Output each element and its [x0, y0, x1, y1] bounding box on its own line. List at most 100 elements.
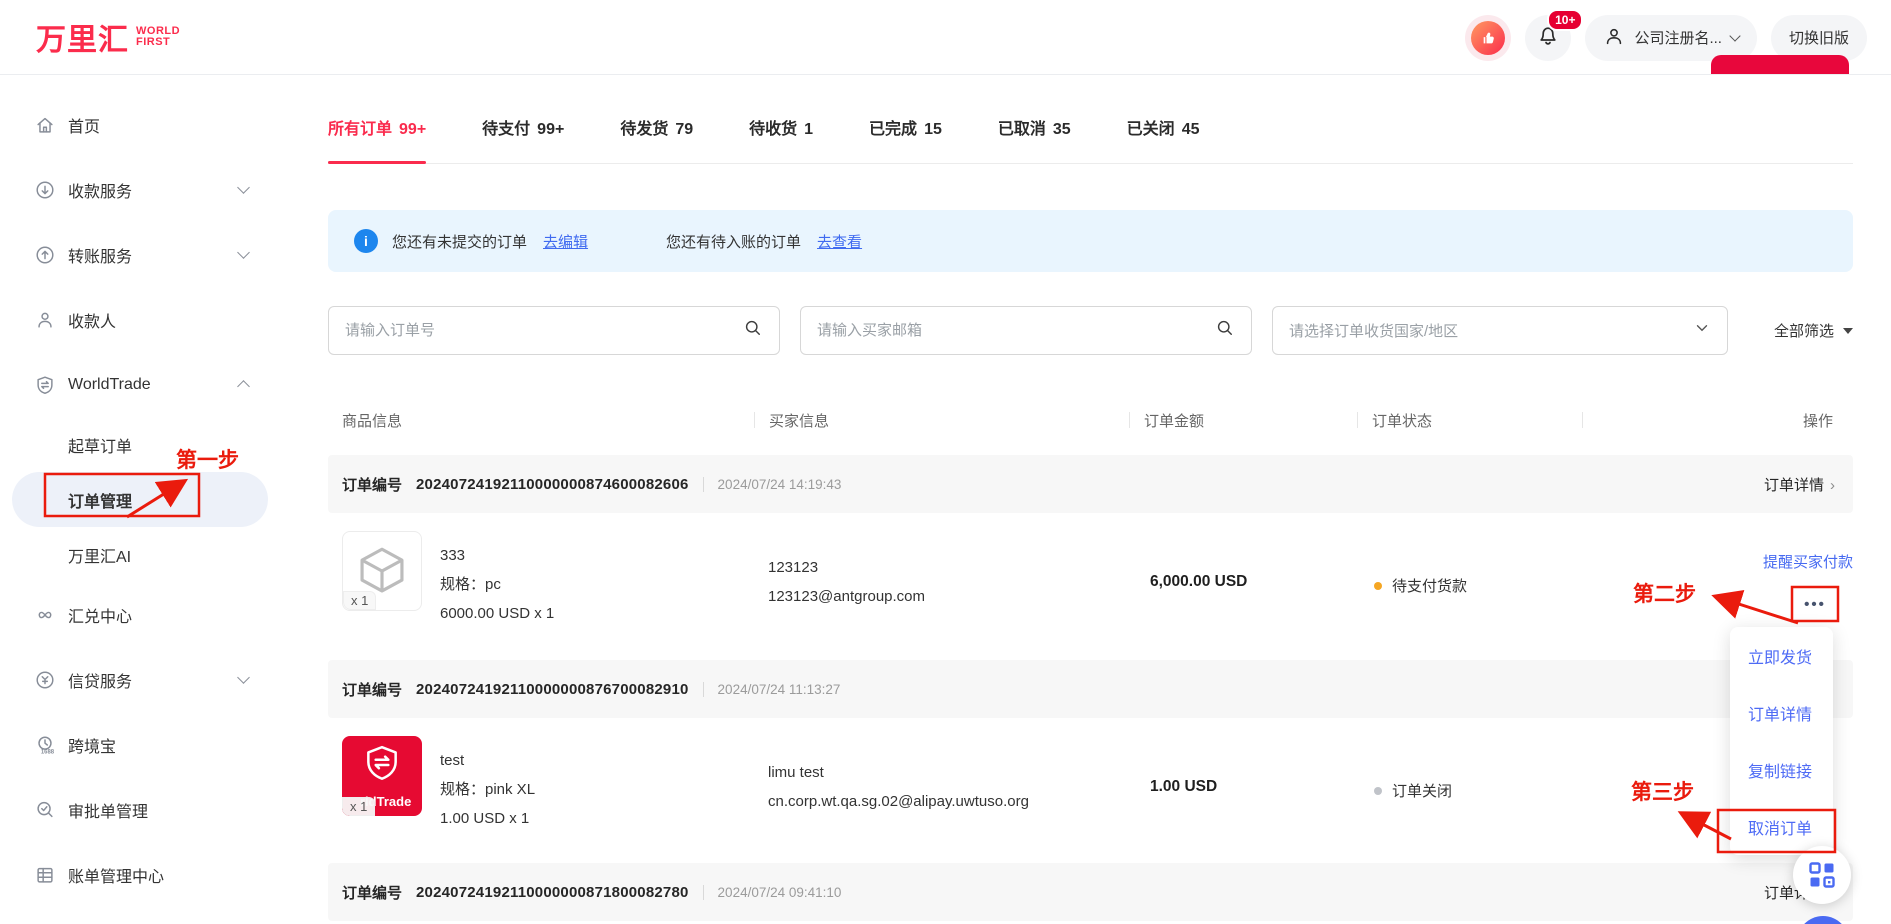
- coin-yuan-icon: [34, 669, 56, 691]
- tab-all-orders[interactable]: 所有订单99+: [328, 115, 426, 163]
- product-price-qty: 6000.00 USD x 1: [440, 599, 554, 628]
- order-group-header: 订单编号 20240724192110000000874600082606 20…: [328, 455, 1853, 513]
- table-header: 商品信息 买家信息 订单金额 订单状态 操作: [328, 400, 1853, 440]
- tab-completed[interactable]: 已完成15: [869, 115, 942, 163]
- notifications-button[interactable]: 10+: [1525, 15, 1571, 61]
- shield-exchange-icon: [34, 374, 56, 396]
- order-time: 2024/07/24 09:41:10: [718, 885, 842, 900]
- product-info: test 规格：pink XL 1.00 USD x 1: [440, 746, 535, 833]
- order-number: 20240724192110000000876700082910: [416, 681, 689, 698]
- search-icon[interactable]: [743, 318, 763, 343]
- country-select[interactable]: 请选择订单收货国家/地区: [1272, 306, 1728, 355]
- chevron-down-icon: [237, 671, 250, 684]
- buyer-email-input[interactable]: [817, 322, 1215, 339]
- order-detail-link[interactable]: 订单详情›: [1764, 474, 1835, 495]
- chevron-down-icon: [1693, 319, 1711, 342]
- sidebar-item-home[interactable]: 首页: [0, 92, 270, 157]
- more-actions-button[interactable]: •••: [1792, 587, 1838, 621]
- sidebar-item-transfer-services[interactable]: 转账服务: [0, 222, 270, 287]
- user-icon: [1603, 25, 1625, 51]
- banner-message-1: 您还有未提交的订单: [392, 231, 527, 252]
- tab-pending-shipment[interactable]: 待发货79: [620, 115, 693, 163]
- buyer-name: limu test: [768, 758, 1029, 787]
- tab-pending-receipt[interactable]: 待收货1: [749, 115, 813, 163]
- buyer-email: cn.corp.wt.qa.sg.02@alipay.uwtuso.org: [768, 787, 1029, 816]
- order-group-header: 订单编号 20240724192110000000871800082780 20…: [328, 863, 1853, 921]
- notice-banner: i 您还有未提交的订单 去编辑 您还有待入账的订单 去查看: [328, 210, 1853, 272]
- all-filters-button[interactable]: 全部筛选: [1774, 320, 1853, 341]
- receive-circle-icon: [34, 179, 56, 201]
- menu-item-order-detail[interactable]: 订单详情: [1730, 684, 1833, 741]
- chevron-down-icon: [1729, 30, 1740, 41]
- buyer-email: 123123@antgroup.com: [768, 582, 925, 611]
- buyer-info: limu test cn.corp.wt.qa.sg.02@alipay.uwt…: [768, 758, 1029, 816]
- order-status: 订单关闭: [1374, 780, 1452, 801]
- worldfirst-logo[interactable]: 万里汇 WORLD FIRST: [36, 15, 180, 59]
- info-icon: i: [354, 229, 378, 253]
- magnifier-check-icon: [34, 799, 56, 821]
- transfer-circle-icon: [34, 244, 56, 266]
- chevron-up-icon: [237, 380, 250, 393]
- product-image[interactable]: x 1: [342, 531, 422, 611]
- order-row: x 1 333 规格：pc 6000.00 USD x 1 123123 123…: [328, 513, 1853, 660]
- remind-buyer-pay-link[interactable]: 提醒买家付款: [1763, 551, 1853, 572]
- sidebar-item-billing-center[interactable]: 账单管理中心: [0, 842, 270, 907]
- worldtrade-shield-icon: [361, 743, 403, 785]
- product-name: 333: [440, 541, 554, 570]
- home-icon: [34, 114, 56, 136]
- menu-item-ship-now[interactable]: 立即发货: [1730, 627, 1833, 684]
- product-image[interactable]: rldTrade x 1: [342, 736, 422, 816]
- status-dot-orange: [1374, 582, 1382, 590]
- product-spec: 规格：pink XL: [440, 775, 535, 804]
- search-icon[interactable]: [1215, 318, 1235, 343]
- sidebar-item-order-management[interactable]: 订单管理: [12, 472, 268, 527]
- account-menu[interactable]: 公司注册名...: [1585, 15, 1757, 61]
- qr-grid-icon: [1809, 862, 1835, 888]
- status-dot-grey: [1374, 787, 1382, 795]
- col-order-amount: 订单金额: [1130, 400, 1358, 440]
- order-amount: 6,000.00 USD: [1150, 573, 1247, 591]
- buyer-name: 123123: [768, 553, 925, 582]
- sidebar-item-receive-services[interactable]: 收款服务: [0, 157, 270, 222]
- order-row: rldTrade x 1 test 规格：pink XL 1.00 USD x …: [328, 718, 1853, 863]
- product-info: 333 规格：pc 6000.00 USD x 1: [440, 541, 554, 628]
- order-number-input[interactable]: [345, 322, 743, 339]
- switch-old-version-button[interactable]: 切换旧版: [1771, 15, 1867, 61]
- sidebar-item-payees[interactable]: 收款人: [0, 287, 270, 352]
- feedback-button[interactable]: [1465, 15, 1511, 61]
- chevron-down-icon: [237, 181, 250, 194]
- order-status: 待支付货款: [1374, 575, 1467, 596]
- sidebar-item-fx-center[interactable]: 汇兑中心: [0, 582, 270, 647]
- go-edit-link[interactable]: 去编辑: [543, 231, 588, 252]
- ledger-icon: [34, 864, 56, 886]
- clipped-red-button[interactable]: [1711, 55, 1849, 74]
- tab-cancelled[interactable]: 已取消35: [998, 115, 1071, 163]
- col-product-info: 商品信息: [328, 400, 755, 440]
- sidebar-item-worldtrade[interactable]: WorldTrade: [0, 352, 270, 417]
- sidebar-item-approval-management[interactable]: 审批单管理: [0, 777, 270, 842]
- sidebar-item-kuajingbao[interactable]: 1688 跨境宝: [0, 712, 270, 777]
- product-price-qty: 1.00 USD x 1: [440, 804, 535, 833]
- order-number: 20240724192110000000874600082606: [416, 476, 689, 493]
- order-status-tabs: 所有订单99+ 待支付99+ 待发货79 待收货1 已完成15 已取消35 已关…: [328, 115, 1853, 164]
- globe-1688-icon: 1688: [34, 734, 56, 756]
- buyer-email-search-box: [800, 306, 1252, 355]
- menu-item-copy-link[interactable]: 复制链接: [1730, 741, 1833, 798]
- go-view-link[interactable]: 去查看: [817, 231, 862, 252]
- filter-bar: 请选择订单收货国家/地区 全部筛选: [328, 306, 1853, 355]
- chevron-down-icon: [237, 246, 250, 259]
- svg-text:1688: 1688: [41, 749, 55, 755]
- sidebar-item-draft-orders[interactable]: 起草订单: [0, 417, 270, 472]
- col-actions: 操作: [1583, 400, 1853, 440]
- banner-message-2: 您还有待入账的订单: [666, 231, 801, 252]
- triangle-down-icon: [1843, 328, 1853, 334]
- tab-closed[interactable]: 已关闭45: [1127, 115, 1200, 163]
- qr-float-button[interactable]: [1793, 846, 1851, 904]
- col-order-status: 订单状态: [1358, 400, 1583, 440]
- sidebar-item-worldfirst-ai[interactable]: 万里汇AI: [0, 527, 270, 582]
- logo-en-text: WORLD FIRST: [136, 26, 180, 48]
- main-content: 所有订单99+ 待支付99+ 待发货79 待收货1 已完成15 已取消35 已关…: [328, 75, 1853, 924]
- exchange-loop-icon: [34, 604, 56, 626]
- sidebar-item-credit-services[interactable]: 信贷服务: [0, 647, 270, 712]
- tab-pending-payment[interactable]: 待支付99+: [482, 115, 564, 163]
